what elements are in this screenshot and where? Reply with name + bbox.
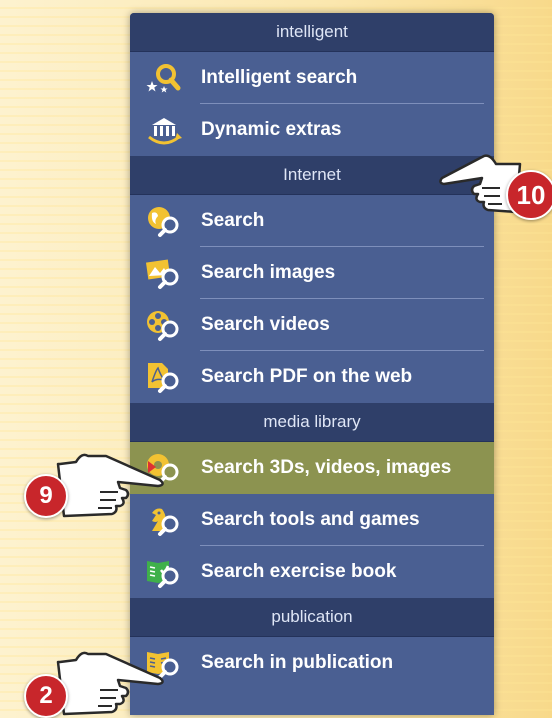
menu-item-search-tools-games[interactable]: Search tools and games bbox=[130, 494, 494, 546]
callout-9: 9 bbox=[24, 452, 164, 522]
search-menu: intelligent Intelligent search Dynamic e… bbox=[130, 13, 494, 715]
pointing-hand-right-icon bbox=[56, 651, 164, 716]
menu-item-label: Search in publication bbox=[201, 652, 394, 673]
section-header-intelligent: intelligent bbox=[130, 13, 494, 52]
menu-item-label: Search images bbox=[201, 262, 336, 283]
section-header-publication: publication bbox=[130, 598, 494, 637]
callout-2: 2 bbox=[24, 650, 164, 718]
menu-item-label: Dynamic extras bbox=[201, 119, 342, 140]
globe-search-icon bbox=[144, 204, 184, 238]
menu-item-search-3ds-videos-images[interactable]: Search 3Ds, videos, images bbox=[130, 442, 494, 494]
menu-item-label: Search PDF on the web bbox=[201, 366, 413, 387]
menu-item-label: Intelligent search bbox=[201, 67, 358, 88]
menu-item-search-videos[interactable]: Search videos bbox=[130, 299, 494, 351]
callout-10: 10 bbox=[438, 150, 552, 220]
menu-item-dynamic-extras[interactable]: Dynamic extras bbox=[130, 104, 494, 156]
menu-item-label: Search 3Ds, videos, images bbox=[201, 457, 452, 478]
menu-item-label: Search exercise book bbox=[201, 561, 397, 582]
exercise-book-search-icon bbox=[144, 555, 184, 589]
callout-badge-2: 2 bbox=[24, 674, 68, 718]
film-reel-search-icon bbox=[144, 308, 184, 342]
section-header-media-library: media library bbox=[130, 403, 494, 442]
image-search-icon bbox=[144, 256, 184, 290]
magnifier-stars-icon bbox=[144, 61, 184, 95]
menu-item-search-in-publication[interactable]: Search in publication bbox=[130, 637, 494, 689]
menu-item-search-pdf[interactable]: Search PDF on the web bbox=[130, 351, 494, 403]
menu-item-search-exercise-book[interactable]: Search exercise book bbox=[130, 546, 494, 598]
menu-item-label: Search bbox=[201, 210, 265, 231]
menu-item-intelligent-search[interactable]: Intelligent search bbox=[130, 52, 494, 104]
menu-item-label: Search videos bbox=[201, 314, 330, 335]
menu-item-search-images[interactable]: Search images bbox=[130, 247, 494, 299]
callout-badge-9: 9 bbox=[24, 474, 68, 518]
pdf-search-icon bbox=[144, 360, 184, 394]
dynamic-extras-icon bbox=[144, 113, 184, 147]
callout-badge-10: 10 bbox=[506, 170, 552, 220]
menu-item-label: Search tools and games bbox=[201, 509, 420, 530]
